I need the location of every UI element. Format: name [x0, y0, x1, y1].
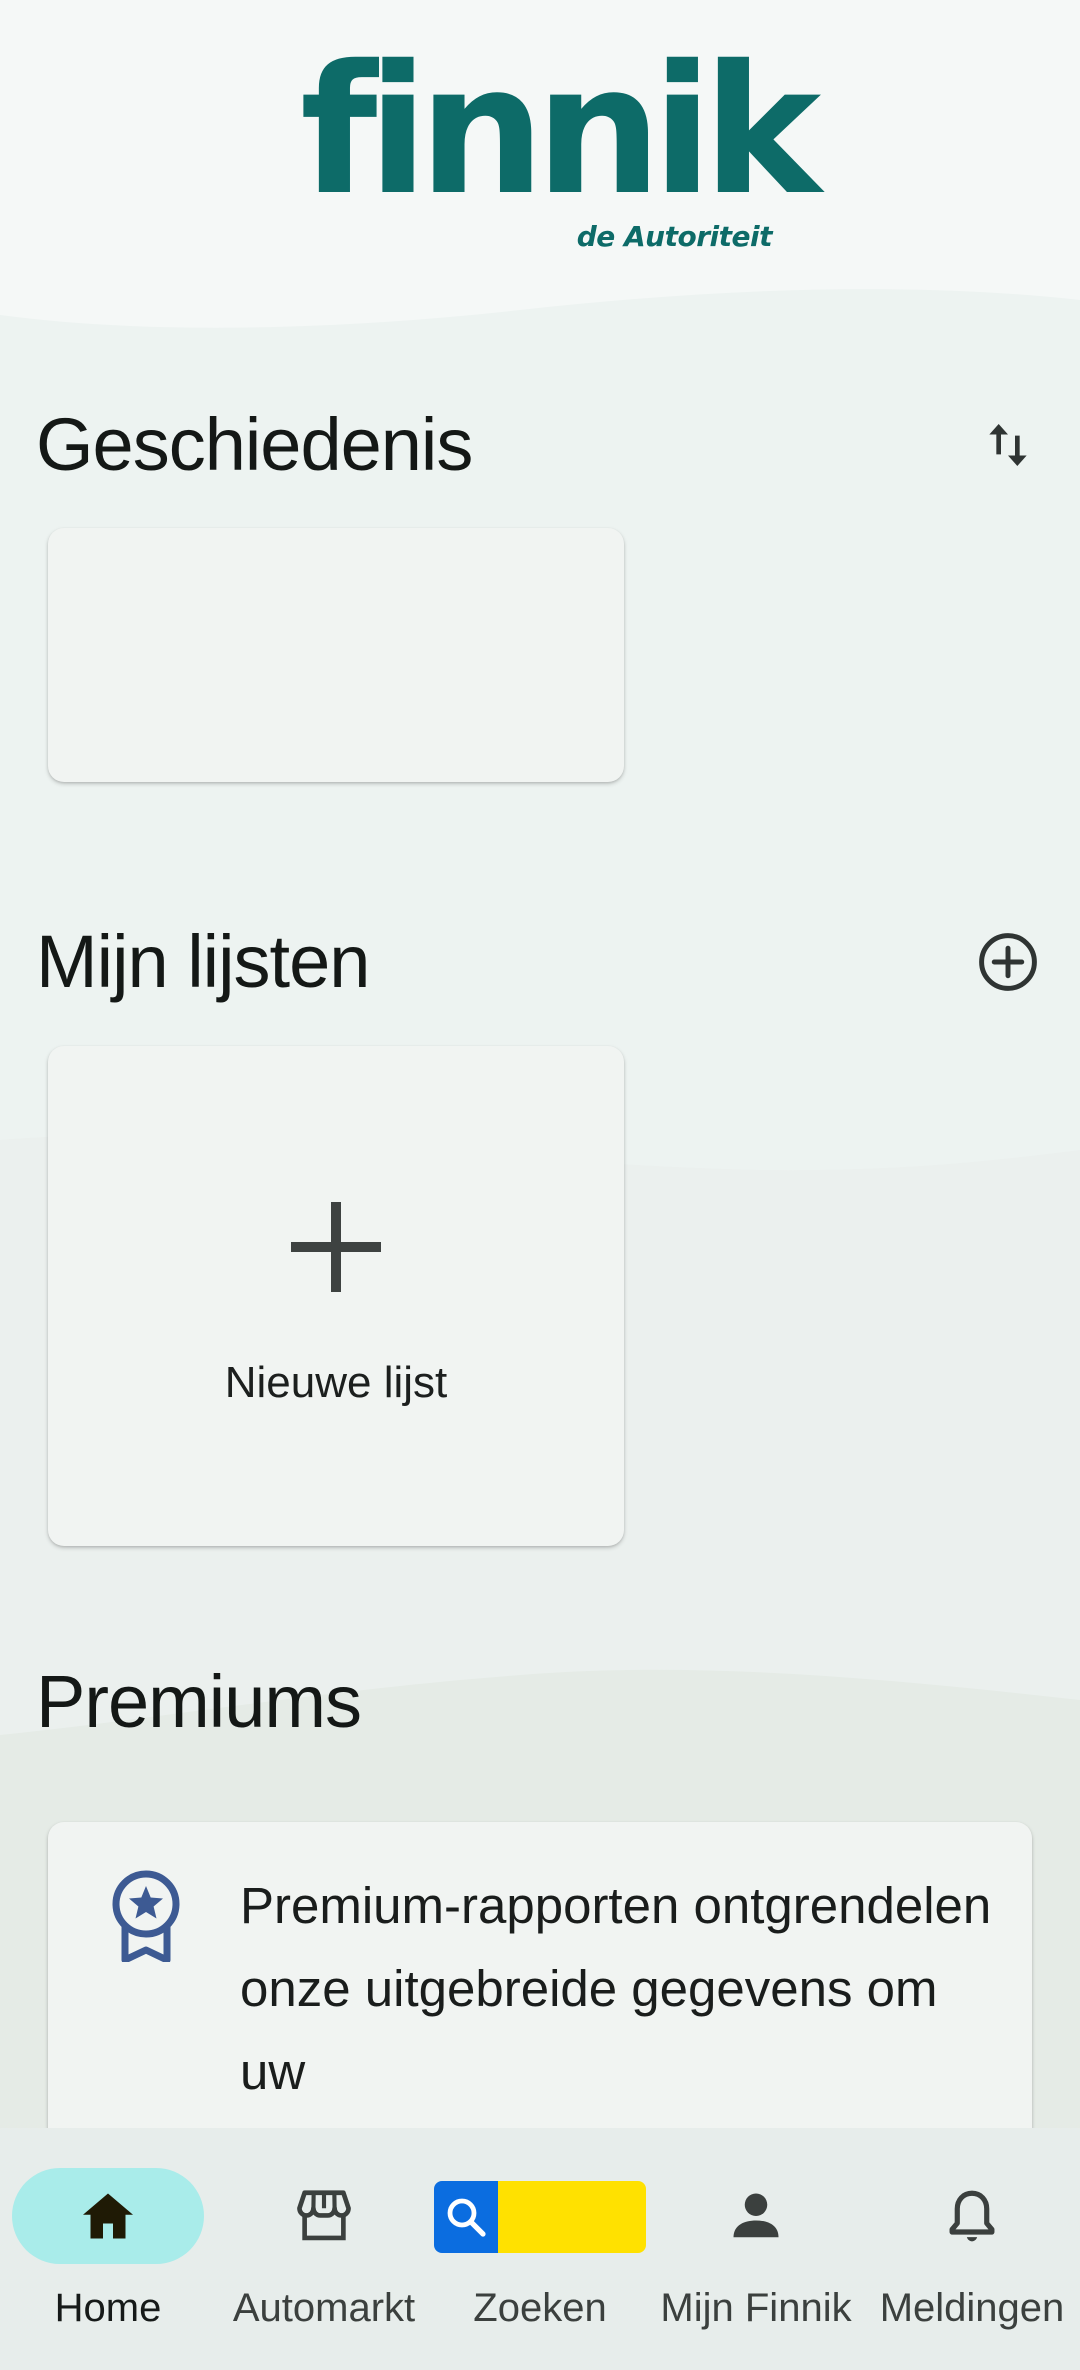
search-icon: [447, 2198, 486, 2237]
nav-item-home[interactable]: Home: [12, 2128, 204, 2370]
nav-item-automarkt[interactable]: Automarkt: [228, 2128, 420, 2370]
bell-icon: [949, 2190, 995, 2242]
nav-item-zoeken[interactable]: Zoeken: [432, 2128, 648, 2370]
award-badge-icon: [112, 1870, 180, 1962]
bottom-navigation: Home Automarkt Zoeken Mijn Finnik Meldin…: [0, 2128, 1080, 2370]
storefront-icon: [297, 2190, 351, 2241]
add-list-button[interactable]: [968, 922, 1048, 1002]
nav-label-zoeken: Zoeken: [473, 2286, 607, 2330]
nav-label-home: Home: [54, 2286, 162, 2330]
new-list-card[interactable]: Nieuwe lijst: [48, 1046, 624, 1546]
search-icon-box: [434, 2181, 498, 2253]
home-icon: [83, 2193, 133, 2239]
nav-icon-automarkt: [228, 2168, 420, 2264]
nav-icon-mijn-finnik: [660, 2168, 852, 2264]
plus-icon: [291, 1202, 381, 1292]
add-circle-icon: [979, 933, 1037, 991]
home-screen: finnik de Autoriteit Geschiedenis Mijn l…: [0, 0, 1080, 2370]
nav-label-meldingen: Meldingen: [879, 2286, 1065, 2330]
search-highlight: [434, 2181, 646, 2253]
history-card[interactable]: [48, 528, 624, 782]
nav-label-automarkt: Automarkt: [232, 2286, 416, 2330]
logo-tagline: de Autoriteit: [576, 220, 773, 253]
new-list-label: Nieuwe lijst: [224, 1358, 448, 1407]
premium-description: Premium-rapporten ontgrendelen onze uitg…: [240, 1877, 992, 2100]
sort-button[interactable]: [968, 405, 1048, 485]
person-icon: [733, 2193, 779, 2238]
finnik-logo: finnik de Autoriteit: [300, 42, 821, 260]
nav-icon-meldingen: [876, 2168, 1068, 2264]
sort-arrows-icon: [989, 424, 1027, 466]
nav-label-mijn-finnik: Mijn Finnik: [660, 2286, 852, 2330]
lists-title: Mijn lijsten: [36, 920, 370, 1003]
active-indicator: [12, 2168, 204, 2264]
premiums-title: Premiums: [36, 1660, 362, 1743]
nav-item-mijn-finnik[interactable]: Mijn Finnik: [660, 2128, 852, 2370]
history-title: Geschiedenis: [36, 403, 473, 486]
logo-wordmark: finnik: [300, 27, 821, 234]
search-yellow-block: [498, 2181, 646, 2253]
nav-item-meldingen[interactable]: Meldingen: [876, 2128, 1068, 2370]
